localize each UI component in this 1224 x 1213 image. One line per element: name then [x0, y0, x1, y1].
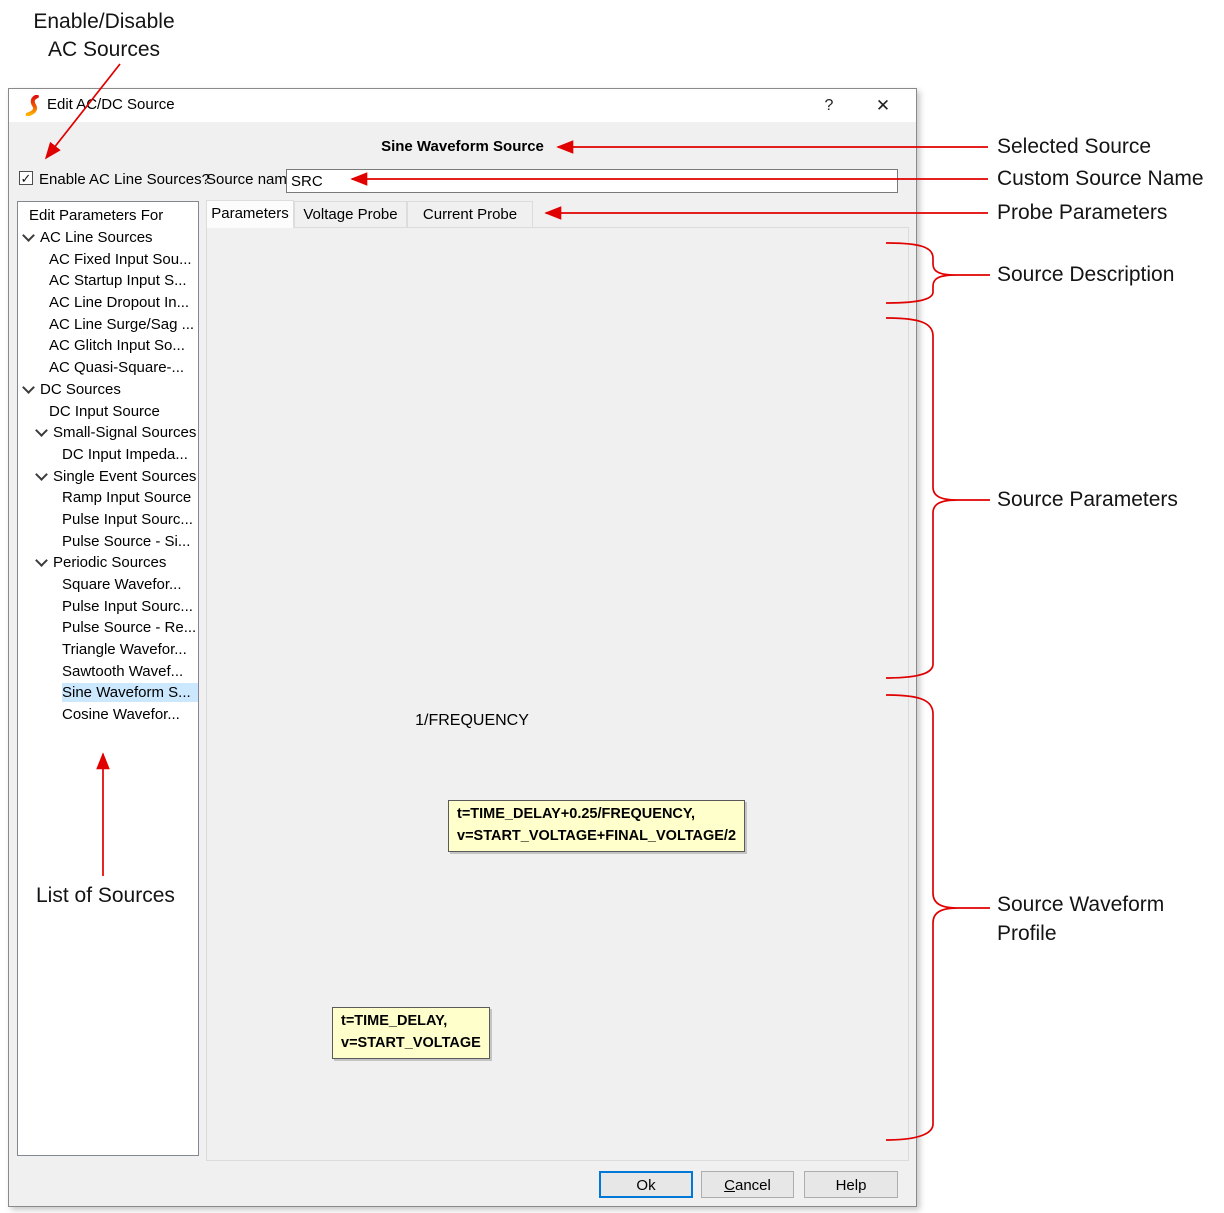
- annotation-source-parameters: Source Parameters: [997, 488, 1178, 512]
- tree-item[interactable]: AC Glitch Input So...: [18, 335, 198, 357]
- tree-item[interactable]: DC Input Impeda...: [18, 444, 198, 466]
- ok-button[interactable]: Ok: [599, 1171, 693, 1198]
- screenshot-canvas: Edit AC/DC Source ? ✕ Sine Waveform Sour…: [0, 0, 1224, 1213]
- tree-item[interactable]: Sawtooth Wavef...: [18, 660, 198, 682]
- help-titlebar-button[interactable]: ?: [814, 93, 844, 118]
- annotation-custom-source-name: Custom Source Name: [997, 167, 1204, 191]
- close-button[interactable]: ✕: [868, 93, 898, 118]
- app-logo-icon: [23, 95, 43, 116]
- tree-item[interactable]: AC Line Sources: [18, 227, 198, 249]
- tree-item[interactable]: AC Line Dropout In...: [18, 292, 198, 314]
- checkmark-icon: ✓: [21, 171, 32, 186]
- chevron-down-icon: [22, 381, 35, 394]
- selected-source-title: Sine Waveform Source: [9, 138, 916, 155]
- tree-item[interactable]: Pulse Source - Si...: [18, 530, 198, 552]
- tree-item[interactable]: Periodic Sources: [18, 552, 198, 574]
- chevron-down-icon: [35, 554, 48, 567]
- edit-ac-dc-source-dialog: Edit AC/DC Source ? ✕ Sine Waveform Sour…: [8, 88, 917, 1207]
- annotation-selected-source: Selected Source: [997, 135, 1151, 159]
- peak-callout: t=TIME_DELAY+0.25/FREQUENCY, v=START_VOL…: [448, 800, 745, 852]
- tree-item[interactable]: Pulse Input Sourc...: [18, 595, 198, 617]
- tree-item[interactable]: DC Input Source: [18, 400, 198, 422]
- annotation-enable-disable-line2: AC Sources: [28, 38, 180, 62]
- tree-item[interactable]: AC Fixed Input Sou...: [18, 248, 198, 270]
- tree-item[interactable]: Pulse Input Sourc...: [18, 509, 198, 531]
- tree-item[interactable]: Square Wavefor...: [18, 574, 198, 596]
- tree-item[interactable]: Triangle Wavefor...: [18, 639, 198, 661]
- tree-header: Edit Parameters For: [18, 205, 198, 227]
- annotation-source-waveform-line2: Profile: [997, 922, 1057, 946]
- tree-item[interactable]: AC Startup Input S...: [18, 270, 198, 292]
- source-tree-panel[interactable]: Edit Parameters For AC Line Sources AC F…: [17, 201, 199, 1156]
- tab-current-probe[interactable]: Current Probe: [407, 201, 533, 228]
- tab-parameters[interactable]: Parameters: [206, 200, 294, 228]
- tree-item[interactable]: Pulse Source - Re...: [18, 617, 198, 639]
- enable-ac-sources-label: Enable AC Line Sources?: [39, 171, 210, 188]
- tab-voltage-probe[interactable]: Voltage Probe: [294, 201, 407, 228]
- annotation-source-waveform-line1: Source Waveform: [997, 893, 1164, 917]
- help-button[interactable]: Help: [804, 1171, 898, 1198]
- enable-ac-sources-checkbox[interactable]: ✓: [19, 171, 33, 185]
- annotation-enable-disable-line1: Enable/Disable: [28, 10, 180, 34]
- tree-item[interactable]: Ramp Input Source: [18, 487, 198, 509]
- chevron-down-icon: [22, 229, 35, 242]
- annotation-source-description: Source Description: [997, 263, 1174, 287]
- parameters-tab-page: [206, 227, 909, 1161]
- tree-item[interactable]: Cosine Wavefor...: [18, 704, 198, 726]
- annotation-probe-parameters: Probe Parameters: [997, 201, 1167, 225]
- dimension-label: 1/FREQUENCY: [377, 712, 567, 730]
- source-name-label: Source name: [206, 171, 295, 188]
- tree-item[interactable]: Single Event Sources: [18, 465, 198, 487]
- tree-item[interactable]: Small-Signal Sources: [18, 422, 198, 444]
- start-callout: t=TIME_DELAY, v=START_VOLTAGE: [332, 1007, 490, 1059]
- source-name-input[interactable]: [286, 169, 898, 193]
- window-title: Edit AC/DC Source: [47, 96, 175, 113]
- tree-item[interactable]: DC Sources: [18, 379, 198, 401]
- chevron-down-icon: [35, 468, 48, 481]
- tree-item[interactable]: AC Quasi-Square-...: [18, 357, 198, 379]
- tree-item-selected[interactable]: Sine Waveform S...: [18, 682, 198, 704]
- annotation-list-of-sources: List of Sources: [36, 884, 175, 908]
- title-bar[interactable]: Edit AC/DC Source ? ✕: [9, 89, 916, 122]
- chevron-down-icon: [35, 424, 48, 437]
- cancel-button[interactable]: Cancel: [701, 1171, 794, 1198]
- tree-item[interactable]: AC Line Surge/Sag ...: [18, 313, 198, 335]
